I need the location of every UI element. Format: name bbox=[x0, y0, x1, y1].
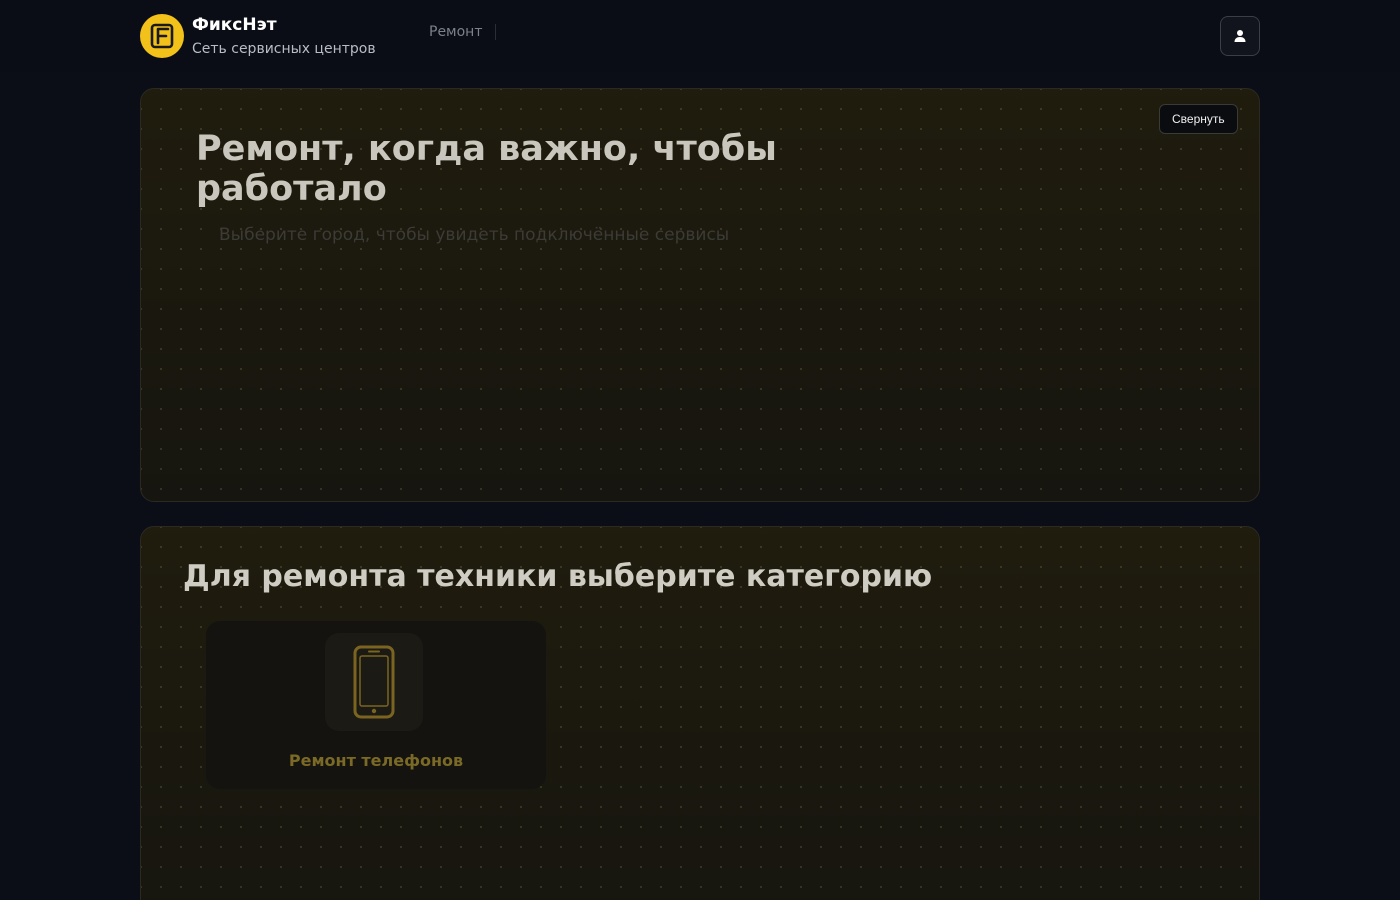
category-icon-box bbox=[325, 633, 423, 731]
categories-panel: Для ремонта техники выберите категорию Р… bbox=[140, 526, 1260, 900]
categories-title: Для ремонта техники выберите категорию bbox=[183, 559, 933, 594]
phone-icon bbox=[353, 645, 395, 719]
category-label: Ремонт телефонов bbox=[288, 751, 464, 770]
top-header: ФиксНэт Сеть сервисных центров Ремонт bbox=[0, 0, 1400, 72]
collapse-button[interactable]: Свернуть bbox=[1159, 104, 1238, 134]
logo-icon[interactable] bbox=[140, 14, 184, 58]
user-icon bbox=[1234, 30, 1246, 42]
brand-name[interactable]: ФиксНэт bbox=[192, 15, 277, 35]
hero-subtitle: Выберите город, чтобы увидеть подключённ… bbox=[219, 225, 730, 245]
brand-subtitle: Сеть сервисных центров bbox=[192, 41, 376, 57]
category-card-phones[interactable]: Ремонт телефонов bbox=[206, 621, 546, 789]
hero-title: Ремонт, когда важно, чтобы работало bbox=[196, 129, 777, 209]
profile-button[interactable] bbox=[1220, 16, 1260, 56]
hero-panel: Ремонт, когда важно, чтобы работало Выбе… bbox=[140, 88, 1260, 502]
nav-item-repair[interactable]: Ремонт bbox=[429, 24, 496, 40]
